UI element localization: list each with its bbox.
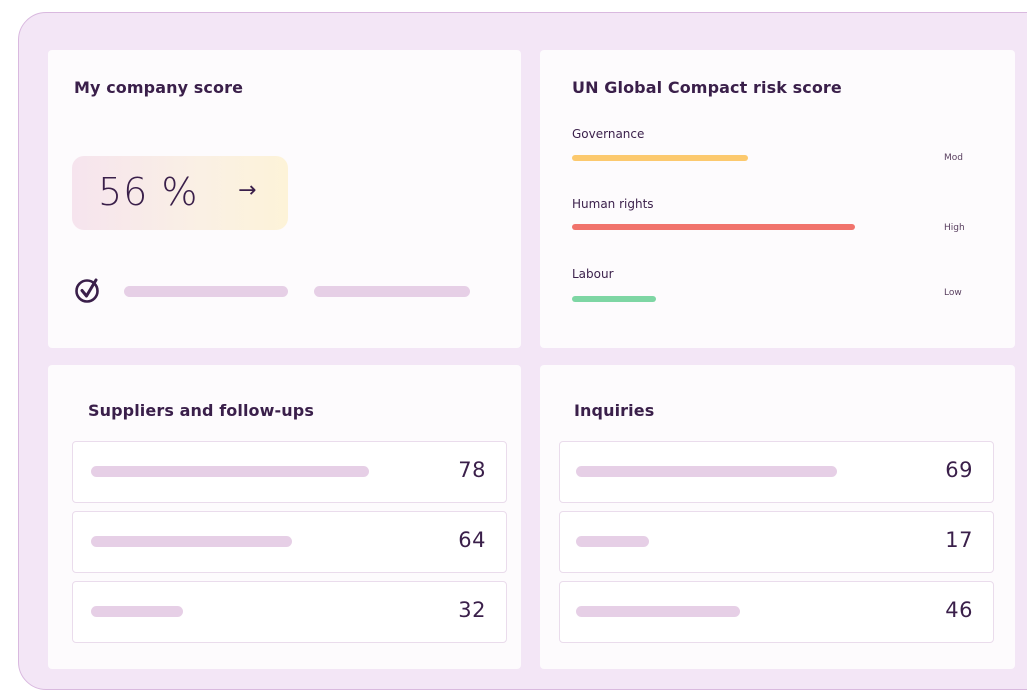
skeleton-line bbox=[576, 466, 837, 477]
list-item[interactable]: 64 bbox=[72, 511, 507, 573]
list-item-value: 69 bbox=[945, 458, 973, 482]
company-score-title: My company score bbox=[74, 78, 244, 97]
company-score-box[interactable]: 56 % → bbox=[72, 156, 288, 230]
list-item-value: 46 bbox=[945, 598, 973, 622]
un-risk-card[interactable]: UN Global Compact risk score Governance … bbox=[540, 50, 1015, 348]
inquiries-title: Inquiries bbox=[574, 401, 655, 420]
list-item-value: 17 bbox=[945, 528, 973, 552]
list-item[interactable]: 32 bbox=[72, 581, 507, 643]
un-risk-title: UN Global Compact risk score bbox=[572, 78, 842, 97]
list-item-value: 32 bbox=[458, 598, 486, 622]
list-item[interactable]: 46 bbox=[559, 581, 994, 643]
risk-level-labour: Low bbox=[944, 288, 962, 298]
list-item[interactable]: 78 bbox=[72, 441, 507, 503]
skeleton-line bbox=[576, 536, 649, 547]
checkmark-circle-icon bbox=[75, 278, 99, 303]
company-score-value: 56 % bbox=[98, 170, 199, 214]
risk-bar-human-rights bbox=[572, 224, 855, 230]
risk-label-human-rights: Human rights bbox=[572, 197, 654, 211]
risk-bar-labour bbox=[572, 296, 656, 302]
skeleton-line bbox=[576, 606, 740, 617]
skeleton-line bbox=[91, 606, 183, 617]
skeleton-line bbox=[91, 466, 369, 477]
skeleton-line bbox=[91, 536, 292, 547]
risk-label-labour: Labour bbox=[572, 267, 614, 281]
risk-bar-governance bbox=[572, 155, 748, 161]
list-item[interactable]: 17 bbox=[559, 511, 994, 573]
inquiries-card[interactable]: Inquiries 69 17 46 bbox=[540, 365, 1015, 669]
risk-label-governance: Governance bbox=[572, 127, 645, 141]
list-item-value: 78 bbox=[458, 458, 486, 482]
list-item[interactable]: 69 bbox=[559, 441, 994, 503]
suppliers-card[interactable]: Suppliers and follow-ups 78 64 32 bbox=[48, 365, 521, 669]
suppliers-title: Suppliers and follow-ups bbox=[88, 401, 314, 420]
skeleton-line bbox=[314, 286, 470, 297]
company-score-card[interactable]: My company score 56 % → bbox=[48, 50, 521, 348]
dashboard-frame: My company score 56 % → UN Global Compac… bbox=[18, 12, 1027, 690]
arrow-right-icon[interactable]: → bbox=[238, 178, 256, 203]
risk-level-human-rights: High bbox=[944, 223, 965, 233]
risk-level-governance: Mod bbox=[944, 153, 963, 163]
list-item-value: 64 bbox=[458, 528, 486, 552]
skeleton-line bbox=[124, 286, 288, 297]
